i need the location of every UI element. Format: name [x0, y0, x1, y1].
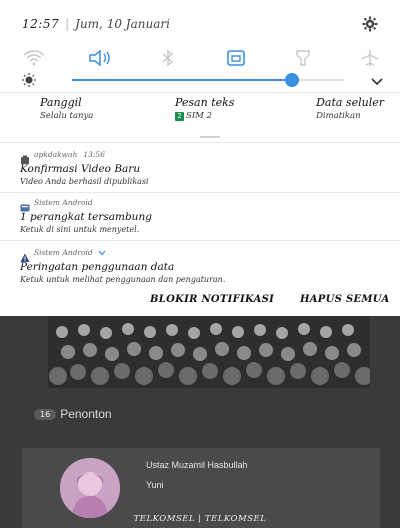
notification-item[interactable]: Sistem Android Peringatan penggunaan dat… [0, 248, 400, 290]
notification-body: Ketuk di sini untuk menyetel. [20, 225, 140, 234]
divider [0, 142, 400, 143]
notification-time: 13:56 [83, 150, 105, 159]
status-row: 12:57 | Jum, 10 Januari [22, 14, 388, 34]
video-thumbnail[interactable] [48, 316, 370, 388]
avatar [60, 458, 120, 518]
notification-title: Peringatan penggunaan data [20, 261, 175, 273]
notification-title: 1 perangkat tersambung [20, 211, 152, 223]
block-notifications-button[interactable]: BLOKIR NOTIFIKASI [150, 294, 274, 305]
notification-title: Konfirmasi Video Baru [20, 163, 141, 175]
drag-handle[interactable] [200, 136, 220, 138]
toggle-subtitle: Dimatikan [316, 111, 361, 121]
gear-icon[interactable] [362, 16, 378, 32]
notification-actions: BLOKIR NOTIFIKASI HAPUS SEMUA [0, 290, 400, 314]
viewers-label: Penonton [60, 407, 112, 421]
toggle-call[interactable]: Panggil Selalu tanya [40, 96, 93, 130]
chevron-down-icon[interactable] [98, 250, 106, 256]
toggle-title: Pesan teks [175, 96, 235, 109]
wifi-icon[interactable] [20, 46, 48, 70]
clear-all-button[interactable]: HAPUS SEMUA [300, 294, 390, 305]
carrier-label: TELKOMSEL | TELKOMSEL [133, 514, 267, 524]
toggle-mobile-data[interactable]: Data seluler Dimatikan [316, 96, 384, 130]
viewers-count-badge: 16 [34, 408, 57, 420]
notification-app-row: apkdakwah 13:56 [34, 150, 105, 159]
user-name: Ustaz Muzamil Hasbullah [146, 460, 248, 470]
notification-item[interactable]: Sistem Android 1 perangkat tersambung Ke… [0, 198, 400, 240]
date: Jum, 10 Januari [75, 17, 170, 31]
sim-badge: 2 [175, 111, 184, 121]
user-subtitle: Yuni [146, 480, 164, 490]
brightness-slider-thumb[interactable] [285, 73, 300, 87]
notification-shade: 12:57 | Jum, 10 Januari Panggil Selalu t… [0, 0, 400, 316]
crowd-image [48, 316, 370, 388]
brightness-slider[interactable] [72, 73, 344, 87]
quick-settings-row [20, 44, 384, 72]
divider [0, 92, 400, 93]
notification-app-row: Sistem Android [34, 198, 93, 207]
flashlight-icon[interactable] [289, 46, 317, 70]
bluetooth-icon[interactable] [154, 46, 182, 70]
brightness-row [22, 70, 384, 90]
notification-body: Video Anda berhasil dipublikasi [20, 177, 149, 186]
sound-icon[interactable] [87, 46, 115, 70]
airplane-mode-icon[interactable] [356, 46, 384, 70]
auto-rotate-icon[interactable] [222, 46, 250, 70]
apk-app-icon [20, 150, 30, 164]
divider [0, 192, 400, 193]
status-separator: | [65, 17, 70, 31]
toggle-subtitle: Selalu tanya [40, 111, 94, 121]
notification-app-name: apkdakwah [34, 150, 78, 159]
brightness-icon [22, 72, 36, 87]
chevron-down-icon[interactable] [370, 73, 384, 86]
toggle-subtitle: SIM 2 [186, 111, 212, 121]
notification-app-name: Sistem Android [34, 248, 93, 257]
toggle-title: Data seluler [316, 96, 384, 109]
clock: 12:57 [22, 17, 60, 31]
notification-app-name: Sistem Android [34, 198, 93, 207]
toggle-title: Panggil [40, 96, 82, 109]
notification-app-row: Sistem Android [34, 248, 106, 257]
warning-icon [20, 248, 30, 262]
toggle-sms[interactable]: Pesan teks 2 SIM 2 [175, 96, 234, 130]
notification-item[interactable]: apkdakwah 13:56 Konfirmasi Video Baru Vi… [0, 150, 400, 192]
avatar-illustration [60, 458, 120, 518]
notification-body: Ketuk untuk melihat penggunaan dan penga… [20, 275, 226, 284]
sim-toggles: Panggil Selalu tanya Pesan teks 2 SIM 2 … [40, 96, 384, 130]
brightness-slider-fill [72, 79, 293, 81]
viewers-row: 16 Penonton [34, 404, 112, 424]
android-system-icon [20, 198, 30, 212]
toggle-subtitle-row: 2 SIM 2 [175, 111, 234, 121]
divider [0, 240, 400, 241]
